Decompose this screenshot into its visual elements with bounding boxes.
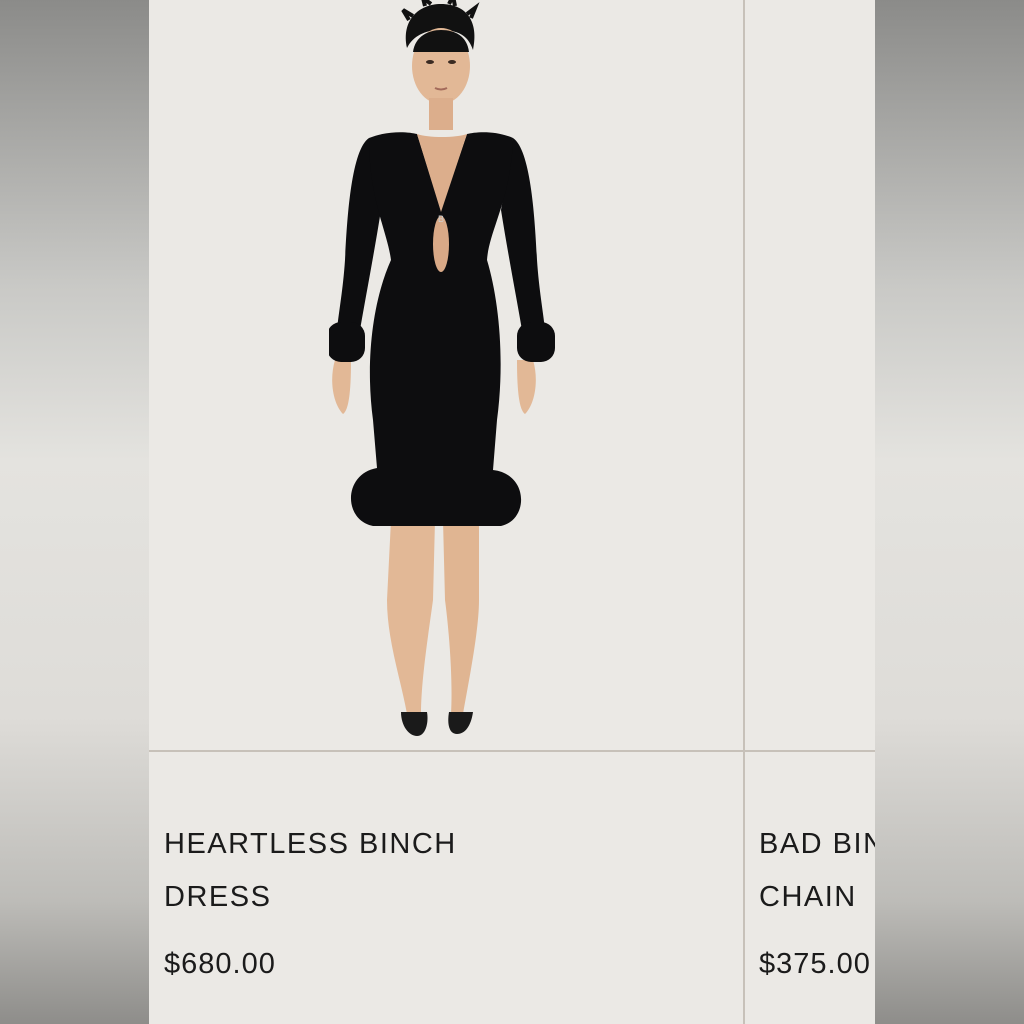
product-name-next[interactable]: BAD BIN CHAIN [759,818,875,924]
clasp-letter: B [438,214,444,224]
product-card-heartless-binch-dress[interactable]: B HEARTLESS BINCH DRESS $680.00 [149,0,743,1024]
product-name-line1[interactable]: HEARTLESS BINCH [164,828,457,860]
product-name-next-line2[interactable]: CHAIN [759,881,857,913]
model-in-black-dress: B [329,0,555,736]
product-price-next: $375.00 [759,948,871,980]
product-card-bad-binch-chain[interactable]: BAD BIN CHAIN $375.00 [745,0,875,1024]
product-grid: B HEARTLESS BINCH DRESS $680.00 BAD BIN … [149,0,875,1024]
product-image[interactable]: B [149,0,743,750]
blurred-side-left [0,0,149,1024]
product-price: $680.00 [164,948,276,980]
product-name[interactable]: HEARTLESS BINCH DRESS [164,818,724,924]
product-name-next-line1[interactable]: BAD BIN [759,828,875,860]
product-name-line2[interactable]: DRESS [164,881,271,913]
product-image-next[interactable] [745,0,875,750]
blurred-side-right [875,0,1024,1024]
